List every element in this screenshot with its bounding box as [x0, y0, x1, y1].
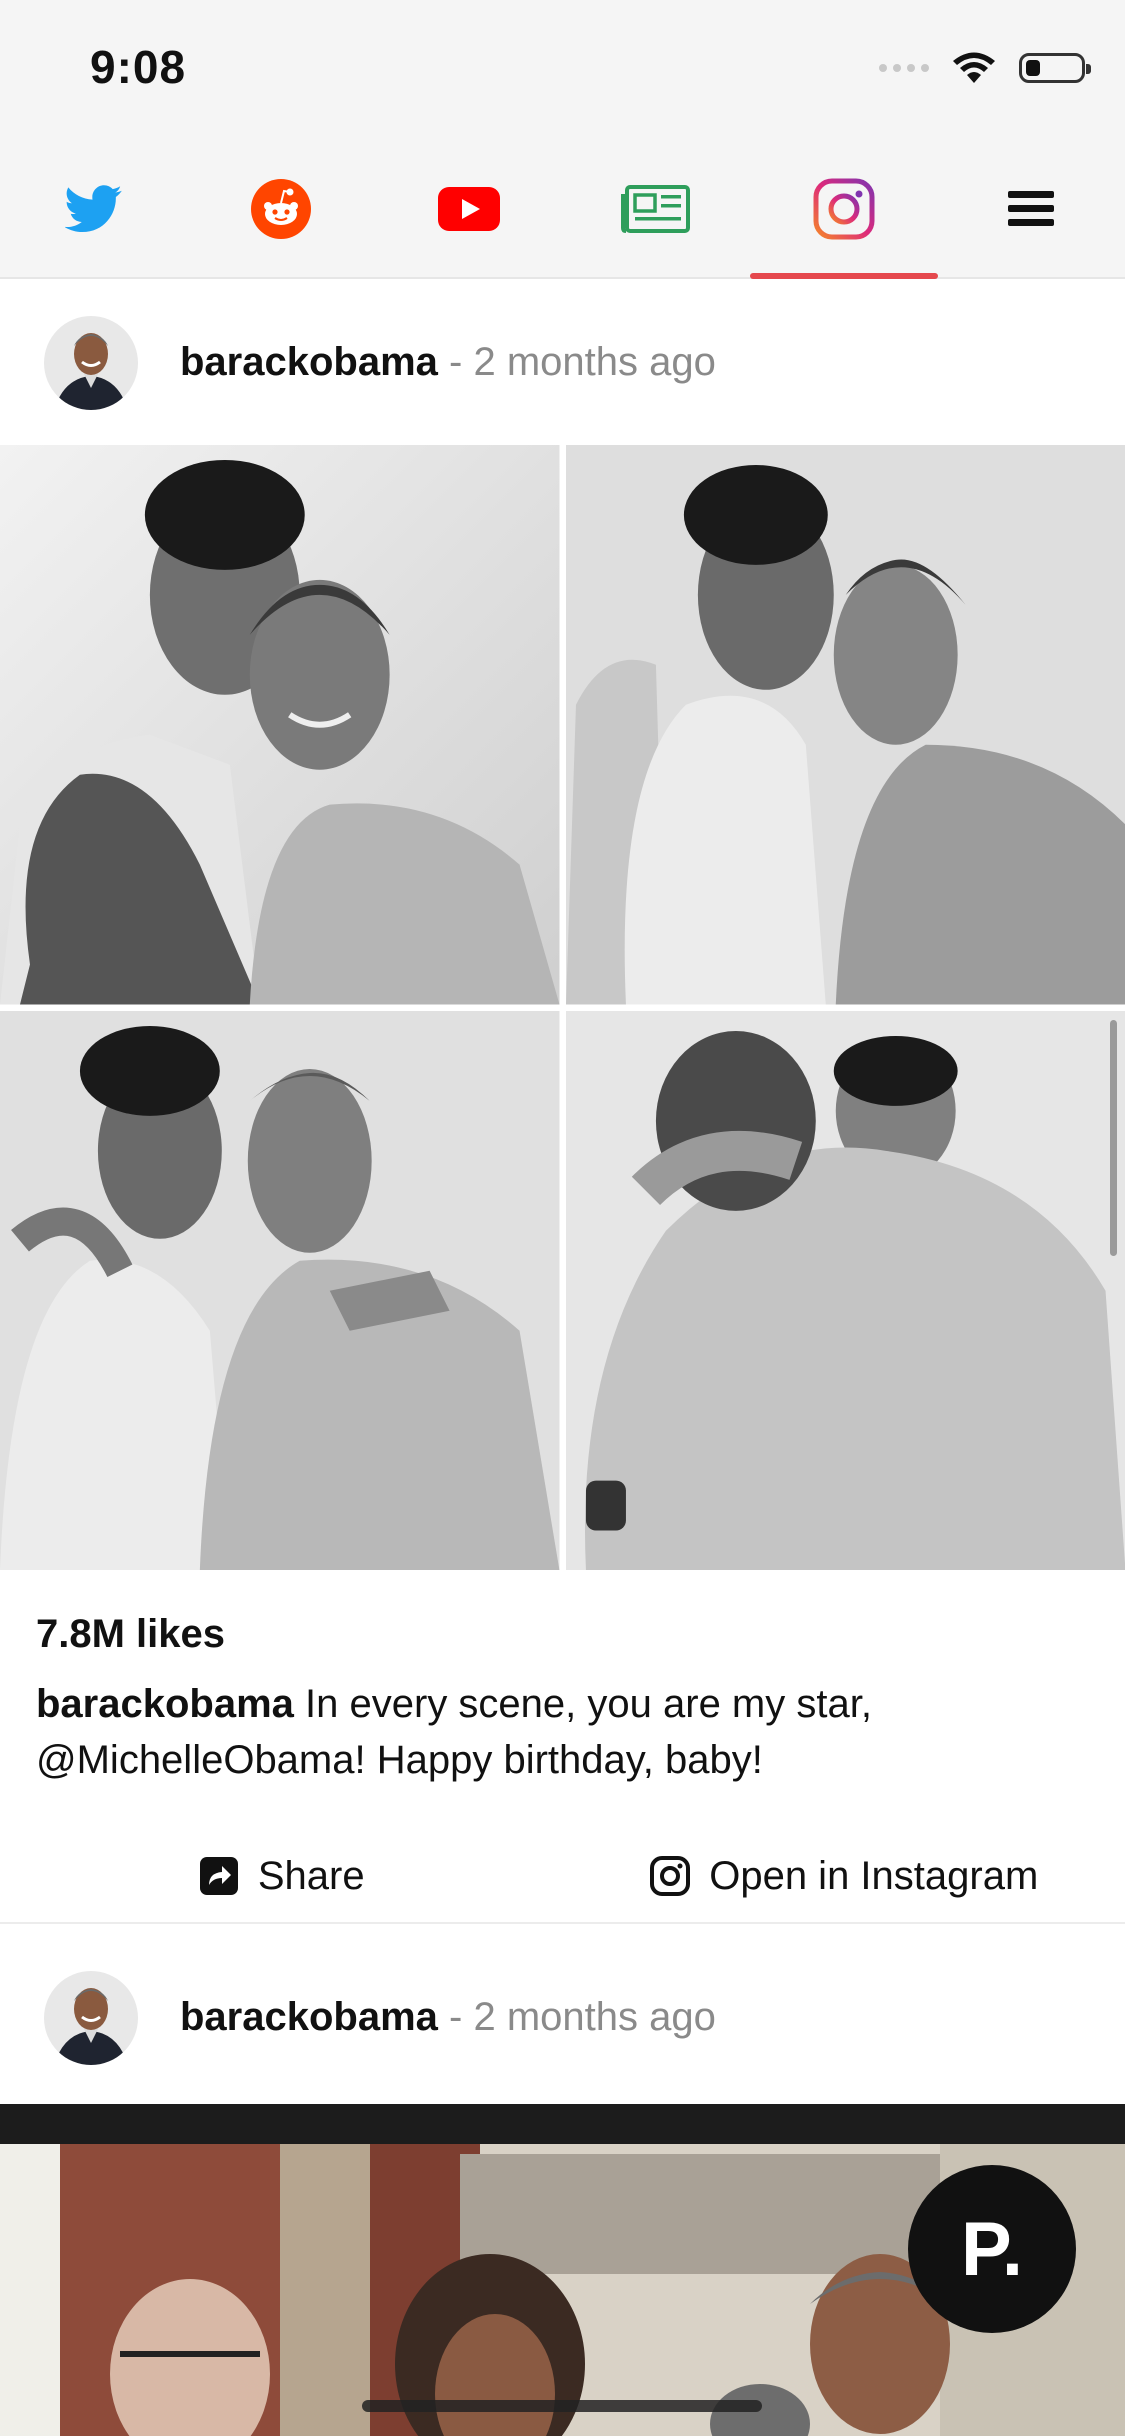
caption-username[interactable]: barackobama: [36, 1682, 294, 1726]
twitter-icon: [64, 184, 122, 232]
wifi-icon: [953, 52, 995, 83]
open-in-instagram-button[interactable]: Open in Instagram: [563, 1830, 1125, 1922]
post-caption: barackobama In every scene, you are my s…: [36, 1676, 1076, 1788]
post-username[interactable]: barackobama: [180, 340, 438, 384]
post-header: barackobama - 2 months ago: [0, 280, 1125, 445]
likes-count[interactable]: 7.8M likes: [36, 1612, 225, 1657]
post-actions: Share Open in Instagram: [0, 1830, 1125, 1924]
app-tab-bar: [0, 140, 1125, 279]
tab-news[interactable]: [563, 140, 751, 277]
scrollbar[interactable]: [1110, 1020, 1117, 1256]
post-photo-grid[interactable]: [0, 445, 1125, 1570]
post-photo[interactable]: [565, 1010, 1125, 1570]
post-meta: barackobama - 2 months ago: [180, 1995, 716, 2040]
share-label: Share: [257, 1853, 365, 1898]
youtube-icon: [437, 186, 500, 231]
avatar[interactable]: [44, 1970, 138, 2065]
open-in-instagram-label: Open in Instagram: [709, 1853, 1039, 1898]
post-time-ago: - 2 months ago: [449, 1995, 716, 2039]
tab-reddit[interactable]: [188, 140, 376, 277]
post-username[interactable]: barackobama: [180, 1995, 438, 2039]
cellular-signal-icon: [879, 64, 929, 72]
news-icon: [621, 184, 691, 233]
instagram-outline-icon: [650, 1856, 691, 1896]
floating-action-button[interactable]: P.: [908, 2165, 1076, 2333]
share-icon: [199, 1857, 238, 1895]
fab-label: P.: [960, 2206, 1023, 2292]
instagram-icon: [813, 178, 875, 239]
battery-icon: [1019, 53, 1091, 83]
menu-icon: [1008, 190, 1055, 226]
post-time-ago: - 2 months ago: [449, 340, 716, 384]
home-indicator[interactable]: [362, 2400, 762, 2412]
tab-instagram[interactable]: [750, 140, 938, 279]
avatar[interactable]: [44, 315, 138, 410]
post-header: barackobama - 2 months ago: [0, 1935, 1125, 2100]
status-icons: [879, 48, 1091, 88]
post-photo[interactable]: [0, 445, 560, 1005]
reddit-icon: [251, 178, 312, 239]
share-button[interactable]: Share: [0, 1830, 563, 1922]
post-photo[interactable]: [0, 1010, 560, 1570]
tab-youtube[interactable]: [375, 140, 563, 277]
tab-twitter[interactable]: [0, 140, 188, 277]
post-photo[interactable]: [565, 445, 1125, 1005]
status-bar: 9:08: [0, 0, 1125, 140]
status-time: 9:08: [90, 41, 187, 93]
post-meta: barackobama - 2 months ago: [180, 340, 716, 385]
tab-menu[interactable]: [938, 140, 1125, 277]
